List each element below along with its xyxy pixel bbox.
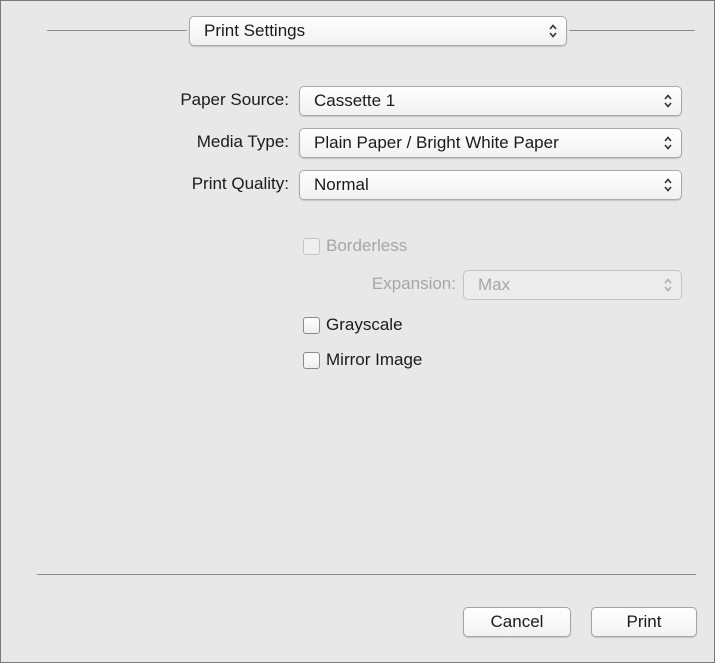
up-down-chevron-icon — [549, 24, 557, 38]
grayscale-label: Grayscale — [326, 315, 403, 334]
paper-source-value: Cassette 1 — [314, 91, 396, 110]
borderless-label: Borderless — [326, 236, 408, 255]
expansion-value: Max — [478, 275, 511, 294]
media-type-popup[interactable]: Plain Paper / Bright White Paper — [299, 128, 682, 158]
panel-selector-value: Print Settings — [204, 21, 306, 40]
grayscale-option[interactable]: Grayscale — [303, 314, 403, 336]
top-separator-right — [569, 30, 695, 31]
top-separator-left — [47, 30, 187, 31]
bottom-separator — [37, 574, 696, 575]
media-type-value: Plain Paper / Bright White Paper — [314, 133, 559, 152]
expansion-label: Expansion: — [371, 274, 456, 293]
up-down-chevron-icon — [664, 94, 672, 108]
mirror-image-option[interactable]: Mirror Image — [303, 349, 422, 371]
borderless-checkbox[interactable] — [303, 237, 320, 255]
print-quality-value: Normal — [314, 175, 369, 194]
up-down-chevron-icon — [664, 178, 672, 192]
mirror-image-checkbox[interactable] — [303, 351, 320, 369]
panel-selector-popup[interactable]: Print Settings — [189, 16, 567, 46]
expansion-popup[interactable]: Max — [463, 270, 682, 300]
media-type-label: Media Type: — [196, 132, 289, 151]
print-quality-label: Print Quality: — [191, 174, 289, 193]
paper-source-label: Paper Source: — [180, 90, 289, 109]
up-down-chevron-icon — [664, 278, 672, 292]
cancel-button[interactable]: Cancel — [463, 607, 571, 637]
print-dialog: Print Settings Paper Source: Cassette 1 … — [0, 0, 715, 663]
print-button[interactable]: Print — [591, 607, 697, 637]
grayscale-checkbox[interactable] — [303, 316, 320, 334]
print-quality-popup[interactable]: Normal — [299, 170, 682, 200]
paper-source-popup[interactable]: Cassette 1 — [299, 86, 682, 116]
borderless-option[interactable]: Borderless — [303, 235, 407, 257]
mirror-image-label: Mirror Image — [326, 350, 423, 369]
up-down-chevron-icon — [664, 136, 672, 150]
